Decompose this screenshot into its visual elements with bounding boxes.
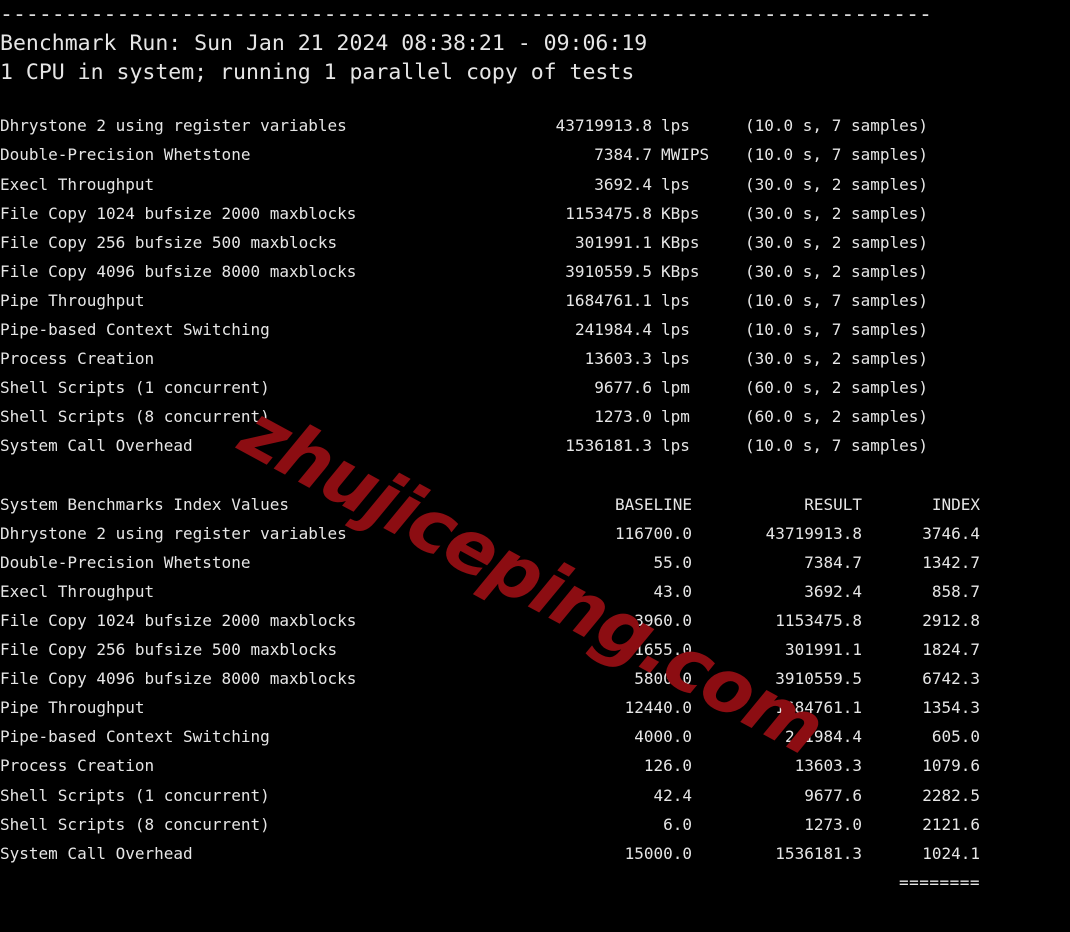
- benchmark-result-unit: lps: [661, 349, 690, 369]
- index-row-index: 2282.5: [922, 785, 980, 805]
- benchmark-result-value: 9677.6: [594, 378, 652, 398]
- benchmark-result-value: 1536181.3: [565, 436, 652, 456]
- benchmark-result-row: File Copy 256 bufsize 500 maxblocks 30199…: [0, 233, 1070, 262]
- benchmark-result-row: Process Creation 13603.3 lps (30.0 s, 2 sam…: [0, 349, 1070, 378]
- benchmark-result-samples: (60.0 s, 2 samples): [745, 378, 929, 398]
- index-value-row: File Copy 4096 bufsize 8000 maxblocks 580…: [0, 669, 1070, 698]
- benchmark-result-value: 7384.7: [594, 145, 652, 165]
- benchmark-result-row: File Copy 1024 bufsize 2000 maxblocks 115…: [0, 204, 1070, 233]
- benchmark-result-samples: (60.0 s, 2 samples): [745, 407, 929, 427]
- benchmark-result-unit: KBps: [661, 203, 700, 223]
- index-row-index: 2121.6: [922, 814, 980, 834]
- benchmark-result-row: Double-Precision Whetstone 7384.7 MWIPS (10…: [0, 145, 1070, 174]
- cpu-info-line: 1 CPU in system; running 1 parallel copy…: [0, 60, 635, 86]
- terminal-output: ----------------------------------------…: [0, 0, 1070, 932]
- benchmark-result-unit: lps: [661, 174, 690, 194]
- benchmark-result-samples: (10.0 s, 7 samples): [745, 436, 929, 456]
- benchmark-result-value: 1153475.8: [565, 203, 652, 223]
- benchmark-result-unit: lps: [661, 290, 690, 310]
- benchmark-result-samples: (30.0 s, 2 samples): [745, 203, 929, 223]
- benchmark-result-row: Shell Scripts (8 concurrent) 1273.0 lpm (60…: [0, 407, 1070, 436]
- benchmark-result-samples: (10.0 s, 7 samples): [745, 290, 929, 310]
- benchmark-result-unit: lpm: [661, 407, 690, 427]
- benchmark-result-row: Pipe-based Context Switching 241984.4 lps(…: [0, 320, 1070, 349]
- benchmark-result-value: 13603.3: [584, 349, 652, 369]
- benchmark-result-samples: (30.0 s, 2 samples): [745, 232, 929, 252]
- score-separator: ========: [898, 872, 980, 892]
- benchmark-result-samples: (30.0 s, 2 samples): [745, 349, 929, 369]
- benchmark-result-samples: (30.0 s, 2 samples): [745, 174, 929, 194]
- benchmark-result-value: 241984.4: [574, 320, 652, 340]
- benchmark-result-row: Shell Scripts (1 concurrent) 9677.6 lpm (60…: [0, 378, 1070, 407]
- index-value-row: System Call Overhead 15000.0 1536181.3 1024…: [0, 844, 1070, 873]
- benchmark-result-unit: lpm: [661, 378, 690, 398]
- benchmark-result-row: System Call Overhead 1536181.3 lps (10.0 s,…: [0, 436, 1070, 465]
- benchmark-result-row: Pipe Throughput 1684761.1 lps (10.0 s, 7 sa…: [0, 291, 1070, 320]
- index-row-index: 6742.3: [922, 669, 980, 689]
- index-value-row: Dhrystone 2 using register variables 1167…: [0, 524, 1070, 553]
- benchmark-result-samples: (10.0 s, 7 samples): [745, 145, 929, 165]
- index-value-row: Shell Scripts (8 concurrent) 6.0 1273.0 212…: [0, 815, 1070, 844]
- benchmark-result-unit: KBps: [661, 232, 700, 252]
- benchmark-result-value: 3910559.5: [565, 261, 652, 281]
- index-value-row: Shell Scripts (1 concurrent) 42.4 9677.6 22…: [0, 786, 1070, 815]
- index-row-index: 3746.4: [922, 523, 980, 543]
- benchmark-result-samples: (30.0 s, 2 samples): [745, 261, 929, 281]
- index-row-index: 1824.7: [922, 640, 980, 660]
- benchmark-result-value: 43719913.8: [555, 116, 652, 136]
- index-value-row: Pipe-based Context Switching 4000.0 241984…: [0, 727, 1070, 756]
- index-value-row: File Copy 1024 bufsize 2000 maxblocks 396…: [0, 611, 1070, 640]
- benchmark-result-unit: MWIPS: [661, 145, 710, 165]
- benchmark-result-value: 1684761.1: [565, 290, 652, 310]
- top-rule: ----------------------------------------…: [0, 2, 932, 27]
- benchmark-result-unit: lps: [661, 320, 690, 340]
- index-row-index: 1342.7: [922, 552, 980, 572]
- index-value-row: Pipe Throughput 12440.0 1684761.1 1354.3: [0, 698, 1070, 727]
- index-table-header: System Benchmarks Index Values BASELINE …: [0, 495, 1070, 524]
- index-row-index: 858.7: [931, 581, 980, 601]
- index-value-row: File Copy 256 bufsize 500 maxblocks 1655.…: [0, 640, 1070, 669]
- index-row-index: 1024.1: [922, 843, 980, 863]
- benchmark-result-row: Execl Throughput 3692.4 lps (30.0 s, 2 samp…: [0, 175, 1070, 204]
- index-row-index: 605.0: [931, 727, 980, 747]
- benchmark-results-list: Dhrystone 2 using register variables 4371…: [0, 116, 1070, 465]
- column-header-index: INDEX: [931, 494, 980, 514]
- index-row-index: 1079.6: [922, 756, 980, 776]
- benchmark-result-row: File Copy 4096 bufsize 8000 maxblocks 391…: [0, 262, 1070, 291]
- benchmark-run-header: Benchmark Run: Sun Jan 21 2024 08:38:21 …: [0, 31, 648, 57]
- index-row-index: 1354.3: [922, 698, 980, 718]
- benchmark-result-unit: lps: [661, 116, 690, 136]
- benchmark-result-samples: (10.0 s, 7 samples): [745, 116, 929, 136]
- index-row-index: 2912.8: [922, 610, 980, 630]
- index-value-row: Process Creation 126.0 13603.3 1079.6: [0, 756, 1070, 785]
- benchmark-result-value: 3692.4: [594, 174, 652, 194]
- index-value-row: Double-Precision Whetstone 55.0 7384.7 1342…: [0, 553, 1070, 582]
- benchmark-result-row: Dhrystone 2 using register variables 4371…: [0, 116, 1070, 145]
- benchmark-result-value: 1273.0: [594, 407, 652, 427]
- benchmark-result-samples: (10.0 s, 7 samples): [745, 320, 929, 340]
- benchmark-result-value: 301991.1: [574, 232, 652, 252]
- benchmark-result-unit: lps: [661, 436, 690, 456]
- index-values-list: Dhrystone 2 using register variables 1167…: [0, 524, 1070, 873]
- score-separator-row: ========: [0, 873, 1070, 902]
- index-value-row: Execl Throughput 43.0 3692.4 858.7: [0, 582, 1070, 611]
- benchmark-result-unit: KBps: [661, 261, 700, 281]
